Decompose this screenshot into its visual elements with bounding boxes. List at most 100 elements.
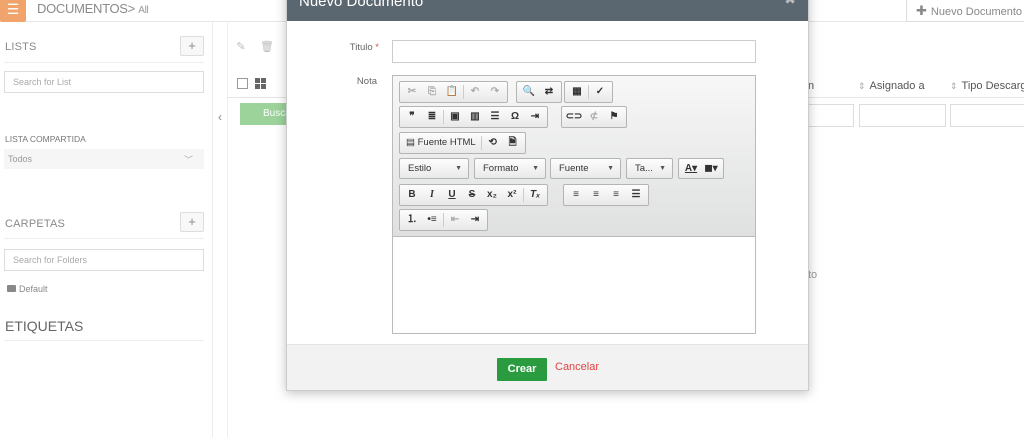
clipboard-group: ✂ ⎘ 📋 ↶ ↷	[399, 81, 508, 103]
modal-title: Nuevo Documento	[299, 0, 424, 10]
close-icon[interactable]: ✖	[784, 0, 796, 8]
select-all-checkbox[interactable]	[237, 78, 248, 89]
list-search-input[interactable]: Search for List	[4, 71, 204, 93]
replace-icon[interactable]: ⇄	[539, 83, 559, 101]
italic-icon[interactable]: I	[422, 186, 442, 204]
folder-item-default[interactable]: Default	[7, 284, 48, 294]
chevron-down-icon: ﹀	[183, 155, 193, 165]
size-combo[interactable]: Ta... ▼	[626, 158, 673, 179]
column-header-tipo-descarga[interactable]: ⇕Tipo Descarga	[950, 80, 1024, 92]
align-center-icon[interactable]: ≡	[586, 186, 606, 204]
font-combo-label: Fuente	[559, 163, 589, 174]
strikethrough-icon[interactable]: S	[462, 186, 482, 204]
list-group: ⒈ •≡ ⇤ ⇥	[399, 209, 488, 231]
divider	[4, 340, 204, 341]
font-combo[interactable]: Fuente ▼	[550, 158, 621, 179]
undo-icon[interactable]: ↶	[465, 83, 485, 101]
text-color-icon[interactable]: A▾	[681, 160, 701, 178]
page-break-icon[interactable]: ⇥	[525, 108, 545, 126]
special-char-icon[interactable]: Ω	[505, 108, 525, 126]
table-icon[interactable]: ▥	[465, 108, 485, 126]
link-group: ⊂⊃ ⊄ ⚑	[561, 106, 627, 128]
edit-icon[interactable]: ✎	[230, 38, 252, 58]
tags-title: ETIQUETAS	[5, 318, 84, 334]
cancel-link[interactable]: Cancelar	[555, 361, 599, 373]
dropdown-arrow-icon: ▼	[607, 165, 614, 172]
column-filter-input[interactable]	[950, 104, 1024, 127]
paste-icon[interactable]: 📋	[442, 83, 462, 101]
source-html-label: Fuente HTML	[417, 137, 476, 148]
style-combo[interactable]: Estilo ▼	[399, 158, 469, 179]
divider	[4, 238, 204, 239]
cut-icon[interactable]: ✂	[402, 83, 422, 101]
separator	[523, 188, 524, 202]
trash-icon[interactable]: 🗑	[256, 38, 278, 58]
bold-icon[interactable]: B	[402, 186, 422, 204]
spellcheck-icon[interactable]: ✓	[590, 83, 610, 101]
subscript-icon[interactable]: x₂	[482, 186, 502, 204]
outdent-icon[interactable]: ⇤	[445, 211, 465, 229]
folder-label: Default	[19, 284, 48, 294]
unlink-icon[interactable]: ⊄	[584, 108, 604, 126]
format-combo[interactable]: Formato ▼	[474, 158, 546, 179]
column-filter-input[interactable]	[808, 104, 854, 127]
templates-icon[interactable]: ⟲	[483, 134, 503, 152]
search-button[interactable]: Buscar	[240, 103, 290, 125]
titulo-input[interactable]	[392, 40, 756, 63]
shared-list-select[interactable]: Todos ﹀	[4, 149, 204, 169]
new-document-label: Nuevo Documento	[930, 6, 1023, 18]
color-group: A▾ ◼▾	[678, 158, 724, 179]
breadcrumb-all[interactable]: All	[138, 5, 149, 16]
bulleted-list-icon[interactable]: •≡	[422, 211, 442, 229]
align-justify-icon[interactable]: ☰	[626, 186, 646, 204]
sort-icon: ⇕	[950, 81, 958, 91]
align-left-icon[interactable]: ≡	[566, 186, 586, 204]
source-html-button[interactable]: ▤ Fuente HTML	[402, 134, 480, 152]
titulo-label-text: Titulo	[349, 42, 373, 53]
grid-view-icon[interactable]	[255, 78, 266, 89]
insert-group: ❞ ≣ ▣ ▥ ☰ Ω ⇥	[399, 106, 548, 128]
folder-search-input[interactable]: Search for Folders	[4, 249, 204, 271]
copy-icon[interactable]: ⎘	[422, 83, 442, 101]
sidebar: LISTS + Search for List LISTA COMPARTIDA…	[0, 22, 213, 437]
preview-icon[interactable]: 🗎	[503, 134, 523, 152]
sort-icon: ⇕	[858, 81, 866, 91]
blockquote-icon[interactable]: ❞	[402, 108, 422, 126]
numbered-list-icon[interactable]: ⒈	[402, 211, 422, 229]
select-all-icon[interactable]: ▦	[567, 83, 587, 101]
redo-icon[interactable]: ↷	[485, 83, 505, 101]
collapse-sidebar-button[interactable]: ‹	[213, 105, 227, 131]
background-color-icon[interactable]: ◼▾	[701, 160, 721, 178]
add-list-button[interactable]: +	[180, 36, 204, 56]
remove-format-icon[interactable]: Tₓ	[525, 186, 545, 204]
create-button[interactable]: Crear	[497, 358, 547, 381]
document-icon: ☰	[0, 0, 26, 22]
horizontal-line-icon[interactable]: ☰	[485, 108, 505, 126]
align-group: ≡ ≡ ≡ ☰	[563, 184, 649, 206]
shared-list-value: Todos	[8, 154, 33, 164]
rich-text-editor: ✂ ⎘ 📋 ↶ ↷ 🔍 ⇄ ▦ ✓ ❞ ≣ ▣ ▥ ☰ Ω ⇥ ⊂⊃ ⊄ ⚑ ▤…	[392, 75, 756, 334]
partial-text: to	[808, 269, 818, 281]
new-document-button[interactable]: ✚ Nuevo Documento	[906, 0, 1024, 22]
anchor-flag-icon[interactable]: ⚑	[604, 108, 624, 126]
find-icon[interactable]: 🔍	[519, 83, 539, 101]
indent-icon[interactable]: ⇥	[465, 211, 485, 229]
add-folder-button[interactable]: +	[180, 212, 204, 232]
column-label: Asignado a	[869, 80, 925, 92]
column-header-asignado[interactable]: ⇕ Asignado a	[858, 80, 925, 92]
nota-label: Nota	[356, 76, 377, 87]
select-group: ▦ ✓	[564, 81, 613, 103]
div-container-icon[interactable]: ≣	[422, 108, 442, 126]
underline-icon[interactable]: U	[442, 186, 462, 204]
image-icon[interactable]: ▣	[445, 108, 465, 126]
section-title: DOCUMENTOS	[37, 1, 128, 16]
column-filter-input[interactable]	[859, 104, 946, 127]
dropdown-arrow-icon: ▼	[455, 165, 462, 172]
editor-content-area[interactable]	[393, 236, 755, 333]
align-right-icon[interactable]: ≡	[606, 186, 626, 204]
superscript-icon[interactable]: x²	[502, 186, 522, 204]
link-icon[interactable]: ⊂⊃	[564, 108, 584, 126]
new-document-modal: Nuevo Documento ✖ Titulo * Nota ✂ ⎘ 📋 ↶ …	[286, 0, 809, 391]
breadcrumb-separator: >	[127, 1, 136, 16]
source-group: ▤ Fuente HTML ⟲ 🗎	[399, 132, 526, 154]
